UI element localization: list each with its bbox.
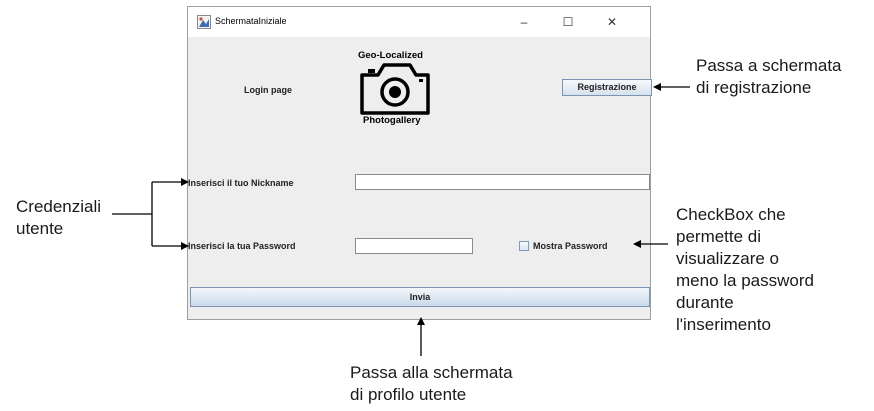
credentials-annotation-line: utente — [16, 219, 64, 238]
checkbox-annotation-line: l'inserimento — [676, 315, 771, 334]
checkbox-annotation: CheckBox che permette di visualizzare o … — [676, 204, 814, 336]
register-annotation: Passa a schermata di registrazione — [696, 55, 842, 99]
register-annotation-line: di registrazione — [696, 78, 812, 97]
checkbox-annotation-line: durante — [676, 293, 734, 312]
checkbox-annotation-line: permette di — [676, 227, 762, 246]
checkbox-annotation-line: CheckBox che — [676, 205, 786, 224]
credentials-annotation-line: Credenziali — [16, 197, 102, 216]
checkbox-annotation-line: visualizzare o — [676, 249, 779, 268]
checkbox-annotation-line: meno la password — [676, 271, 814, 290]
register-annotation-line: Passa a schermata — [696, 56, 842, 75]
submit-annotation-line: Passa alla schermata — [350, 363, 513, 382]
credentials-annotation: Credenziali utente — [16, 196, 101, 240]
submit-annotation: Passa alla schermata di profilo utente — [350, 362, 513, 406]
submit-annotation-line: di profilo utente — [350, 385, 467, 404]
